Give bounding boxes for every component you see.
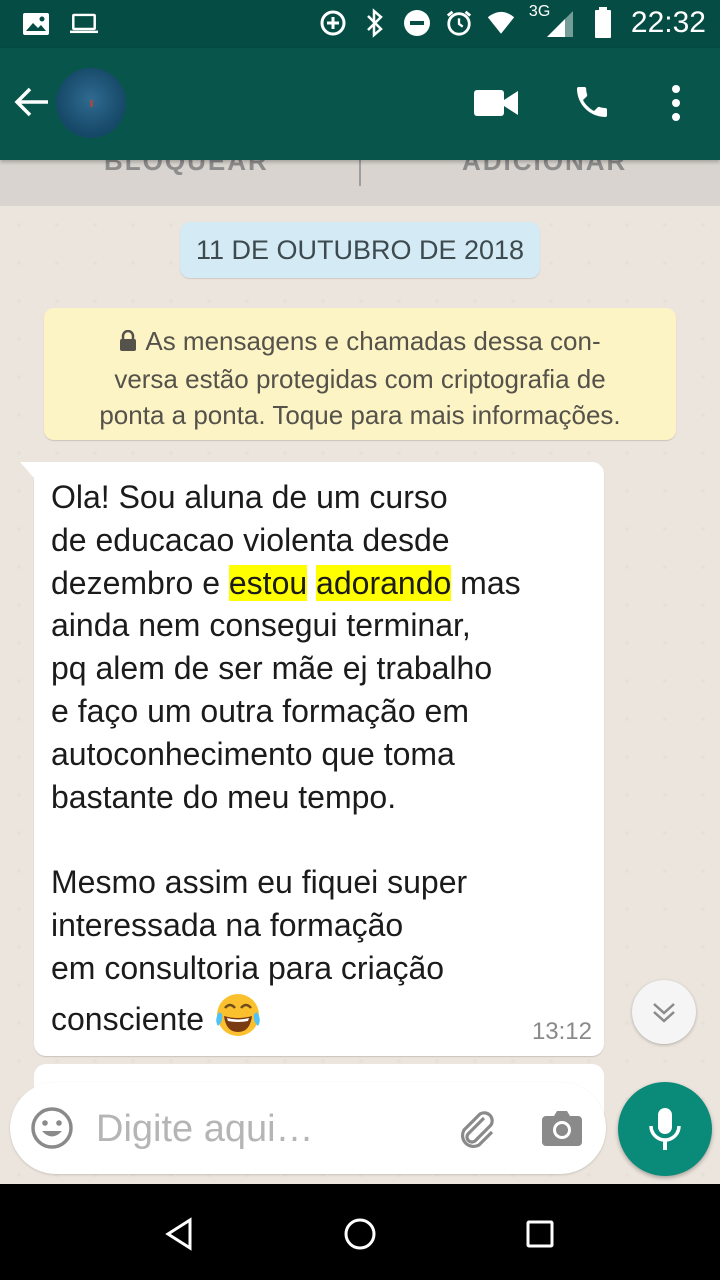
- laptop-icon: [70, 10, 98, 38]
- action-divider: [359, 160, 361, 186]
- image-icon: [22, 10, 50, 38]
- phone-icon[interactable]: [572, 82, 614, 124]
- nav-back-icon[interactable]: [160, 1214, 200, 1254]
- data-saver-icon: [319, 9, 347, 37]
- status-bar: 3G 22:32: [0, 0, 720, 48]
- date-chip: 11 DE OUTUBRO DE 2018: [180, 222, 540, 278]
- signal-icon: 3G: [529, 3, 575, 37]
- status-time: 22:32: [630, 6, 706, 39]
- add-contact-button[interactable]: ADICIONAR: [462, 160, 627, 177]
- emoji-icon[interactable]: [30, 1106, 74, 1150]
- block-button[interactable]: BLOQUEAR: [104, 160, 269, 177]
- encryption-notice[interactable]: As mensagens e chamadas dessa con- versa…: [44, 308, 676, 440]
- video-call-icon[interactable]: [474, 88, 520, 120]
- battery-icon: [589, 7, 617, 38]
- system-nav-bar: [0, 1184, 720, 1280]
- message-time: 13:12: [531, 1018, 592, 1045]
- message-line: Ola! Sou aluna de um curso: [51, 479, 448, 515]
- message-input[interactable]: Digite aqui…: [96, 1108, 314, 1151]
- message-line: dezembro e: [51, 564, 229, 601]
- message-line: consciente: [51, 1000, 204, 1037]
- microphone-icon: [649, 1108, 681, 1150]
- message-line: mas: [451, 564, 521, 601]
- voice-message-button[interactable]: [618, 1082, 712, 1176]
- incoming-message[interactable]: Ola! Sou aluna de um curso de educacao v…: [20, 462, 604, 1056]
- nav-home-icon[interactable]: [340, 1214, 380, 1254]
- back-arrow-icon[interactable]: [14, 86, 54, 122]
- message-composer: Digite aqui…: [10, 1082, 606, 1174]
- encryption-text: As mensagens e chamadas dessa con- versa…: [99, 326, 621, 430]
- scroll-to-bottom-button[interactable]: [632, 980, 696, 1044]
- do-not-disturb-icon: [403, 9, 431, 37]
- chat-area[interactable]: 11 DE OUTUBRO DE 2018 As mensagens e cha…: [0, 206, 720, 1184]
- more-vert-icon[interactable]: [666, 82, 686, 124]
- camera-icon[interactable]: [540, 1108, 584, 1148]
- app-bar: [0, 48, 720, 160]
- wifi-icon: [487, 9, 515, 37]
- face-with-tears-of-joy-icon: [213, 990, 263, 1040]
- attach-icon[interactable]: [454, 1106, 498, 1150]
- message-line: de educacao violenta desde: [51, 521, 450, 558]
- message-text: Ola! Sou aluna de um curso de educacao v…: [51, 476, 591, 1040]
- highlighted-word: estou: [228, 564, 308, 601]
- avatar[interactable]: [56, 68, 126, 138]
- message-body: ainda nem consegui terminar, pq alem de …: [51, 607, 493, 986]
- contact-action-bar: BLOQUEAR ADICIONAR: [0, 160, 720, 206]
- double-chevron-down-icon: [653, 1003, 675, 1023]
- alarm-icon: [445, 9, 473, 37]
- lock-icon: [119, 325, 137, 361]
- bluetooth-icon: [361, 8, 389, 38]
- highlighted-word: adorando: [316, 564, 452, 601]
- nav-recents-icon[interactable]: [520, 1214, 560, 1254]
